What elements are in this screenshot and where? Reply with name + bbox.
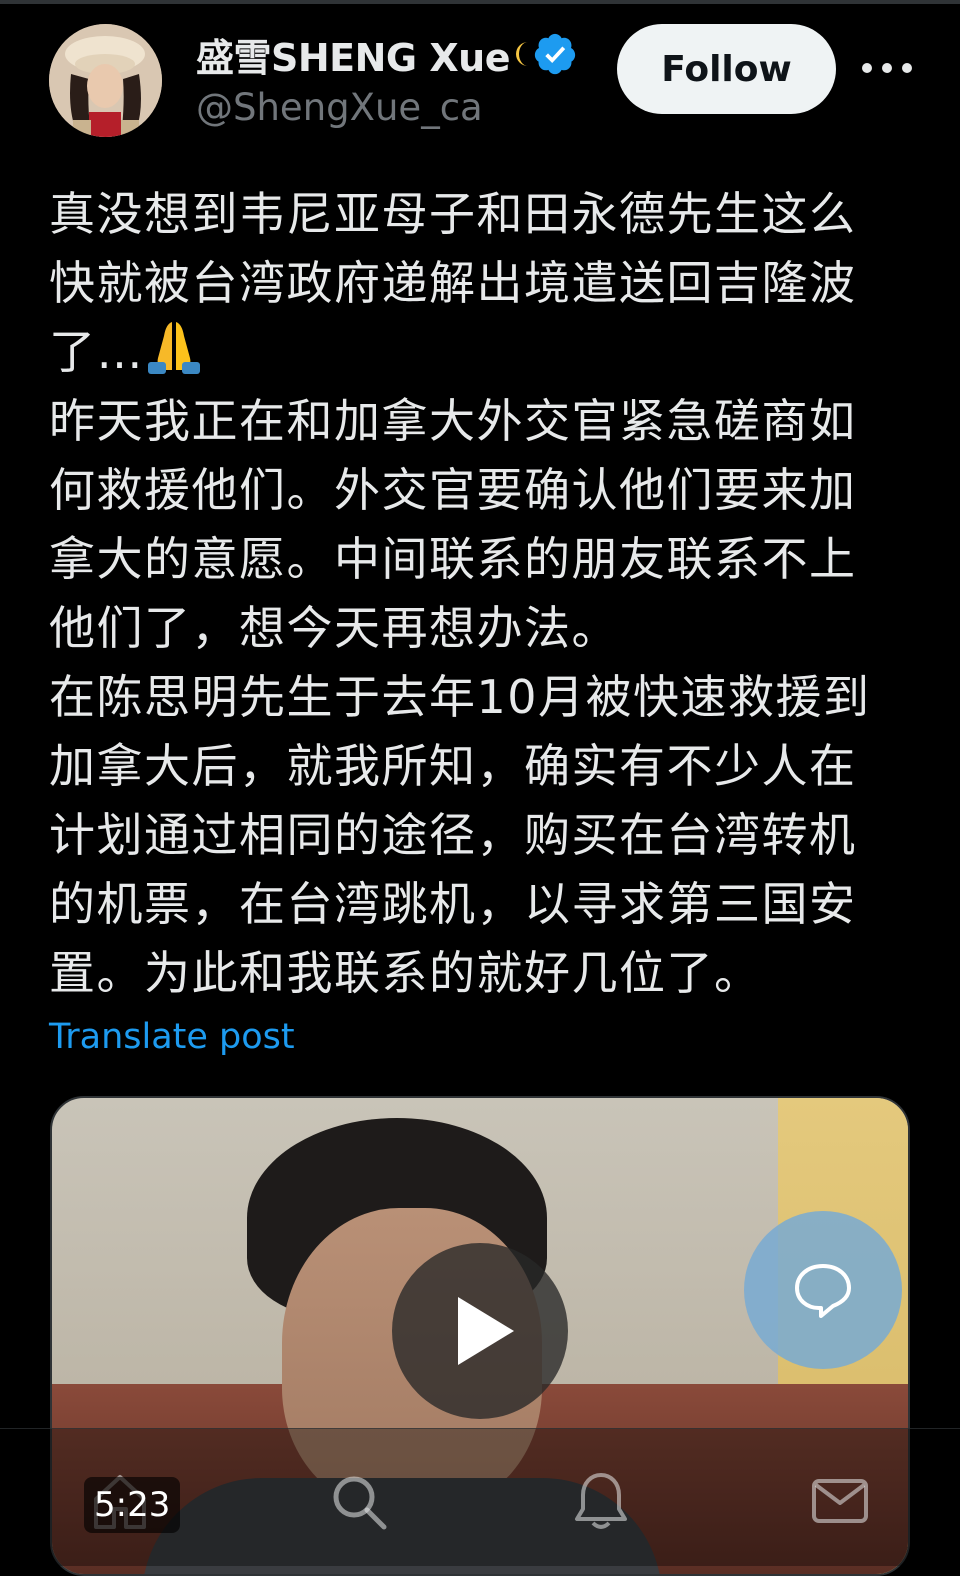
post-line: 计划通过相同的途径，购买在台湾转机 xyxy=(49,808,857,862)
more-dot xyxy=(862,63,872,73)
translate-post-link[interactable]: Translate post xyxy=(49,1017,295,1057)
post-line: 真没想到韦尼亚母子和田永德先生这么 xyxy=(49,187,857,241)
more-options-icon[interactable] xyxy=(862,56,912,80)
verified-badge-icon[interactable] xyxy=(532,31,578,77)
post-line: 他们了，想今天再想办法。 xyxy=(49,601,619,655)
notifications-icon[interactable] xyxy=(569,1469,633,1533)
post-line: 加拿大后，就我所知，确实有不少人在 xyxy=(49,739,857,793)
author-handle[interactable]: @ShengXue_ca xyxy=(196,86,483,129)
more-dot xyxy=(902,63,912,73)
play-icon xyxy=(458,1297,514,1365)
post-line: 拿大的意愿。中间联系的朋友联系不上 xyxy=(49,532,857,586)
folded-hands-emoji-icon xyxy=(148,322,200,374)
messages-icon[interactable] xyxy=(808,1469,872,1533)
post-text: 真没想到韦尼亚母子和田永德先生这么 快就被台湾政府递解出境遣送回吉隆波 了… 昨… xyxy=(49,180,909,1008)
display-name[interactable]: 盛雪SHENG Xue xyxy=(196,27,510,82)
follow-button[interactable]: Follow xyxy=(617,24,836,114)
crescent-moon-icon xyxy=(515,42,528,66)
top-edge xyxy=(0,0,960,4)
post-line: 快就被台湾政府递解出境遣送回吉隆波 xyxy=(49,256,857,310)
author-name-row[interactable]: 盛雪SHENG Xue xyxy=(196,26,578,82)
post-line: 了… xyxy=(49,318,909,387)
post-line: 的机票，在台湾跳机，以寻求第三国安 xyxy=(49,877,857,931)
post-line: 置。为此和我联系的就好几位了。 xyxy=(49,946,762,1000)
avatar[interactable] xyxy=(49,24,162,137)
post-line: 何救援他们。外交官要确认他们要来加 xyxy=(49,463,857,517)
avatar-photo xyxy=(49,24,162,137)
post-line-text: 了… xyxy=(49,325,144,379)
post-line: 昨天我正在和加拿大外交官紧急磋商如 xyxy=(49,394,857,448)
play-button[interactable] xyxy=(392,1243,568,1419)
more-dot xyxy=(882,63,892,73)
chat-bubble-button[interactable] xyxy=(744,1211,902,1369)
video-duration-badge: 5:23 xyxy=(84,1477,181,1533)
post-line: 在陈思明先生于去年10月被快速救援到 xyxy=(49,670,871,724)
search-icon[interactable] xyxy=(326,1469,390,1533)
chat-bubble-icon xyxy=(795,1264,851,1318)
